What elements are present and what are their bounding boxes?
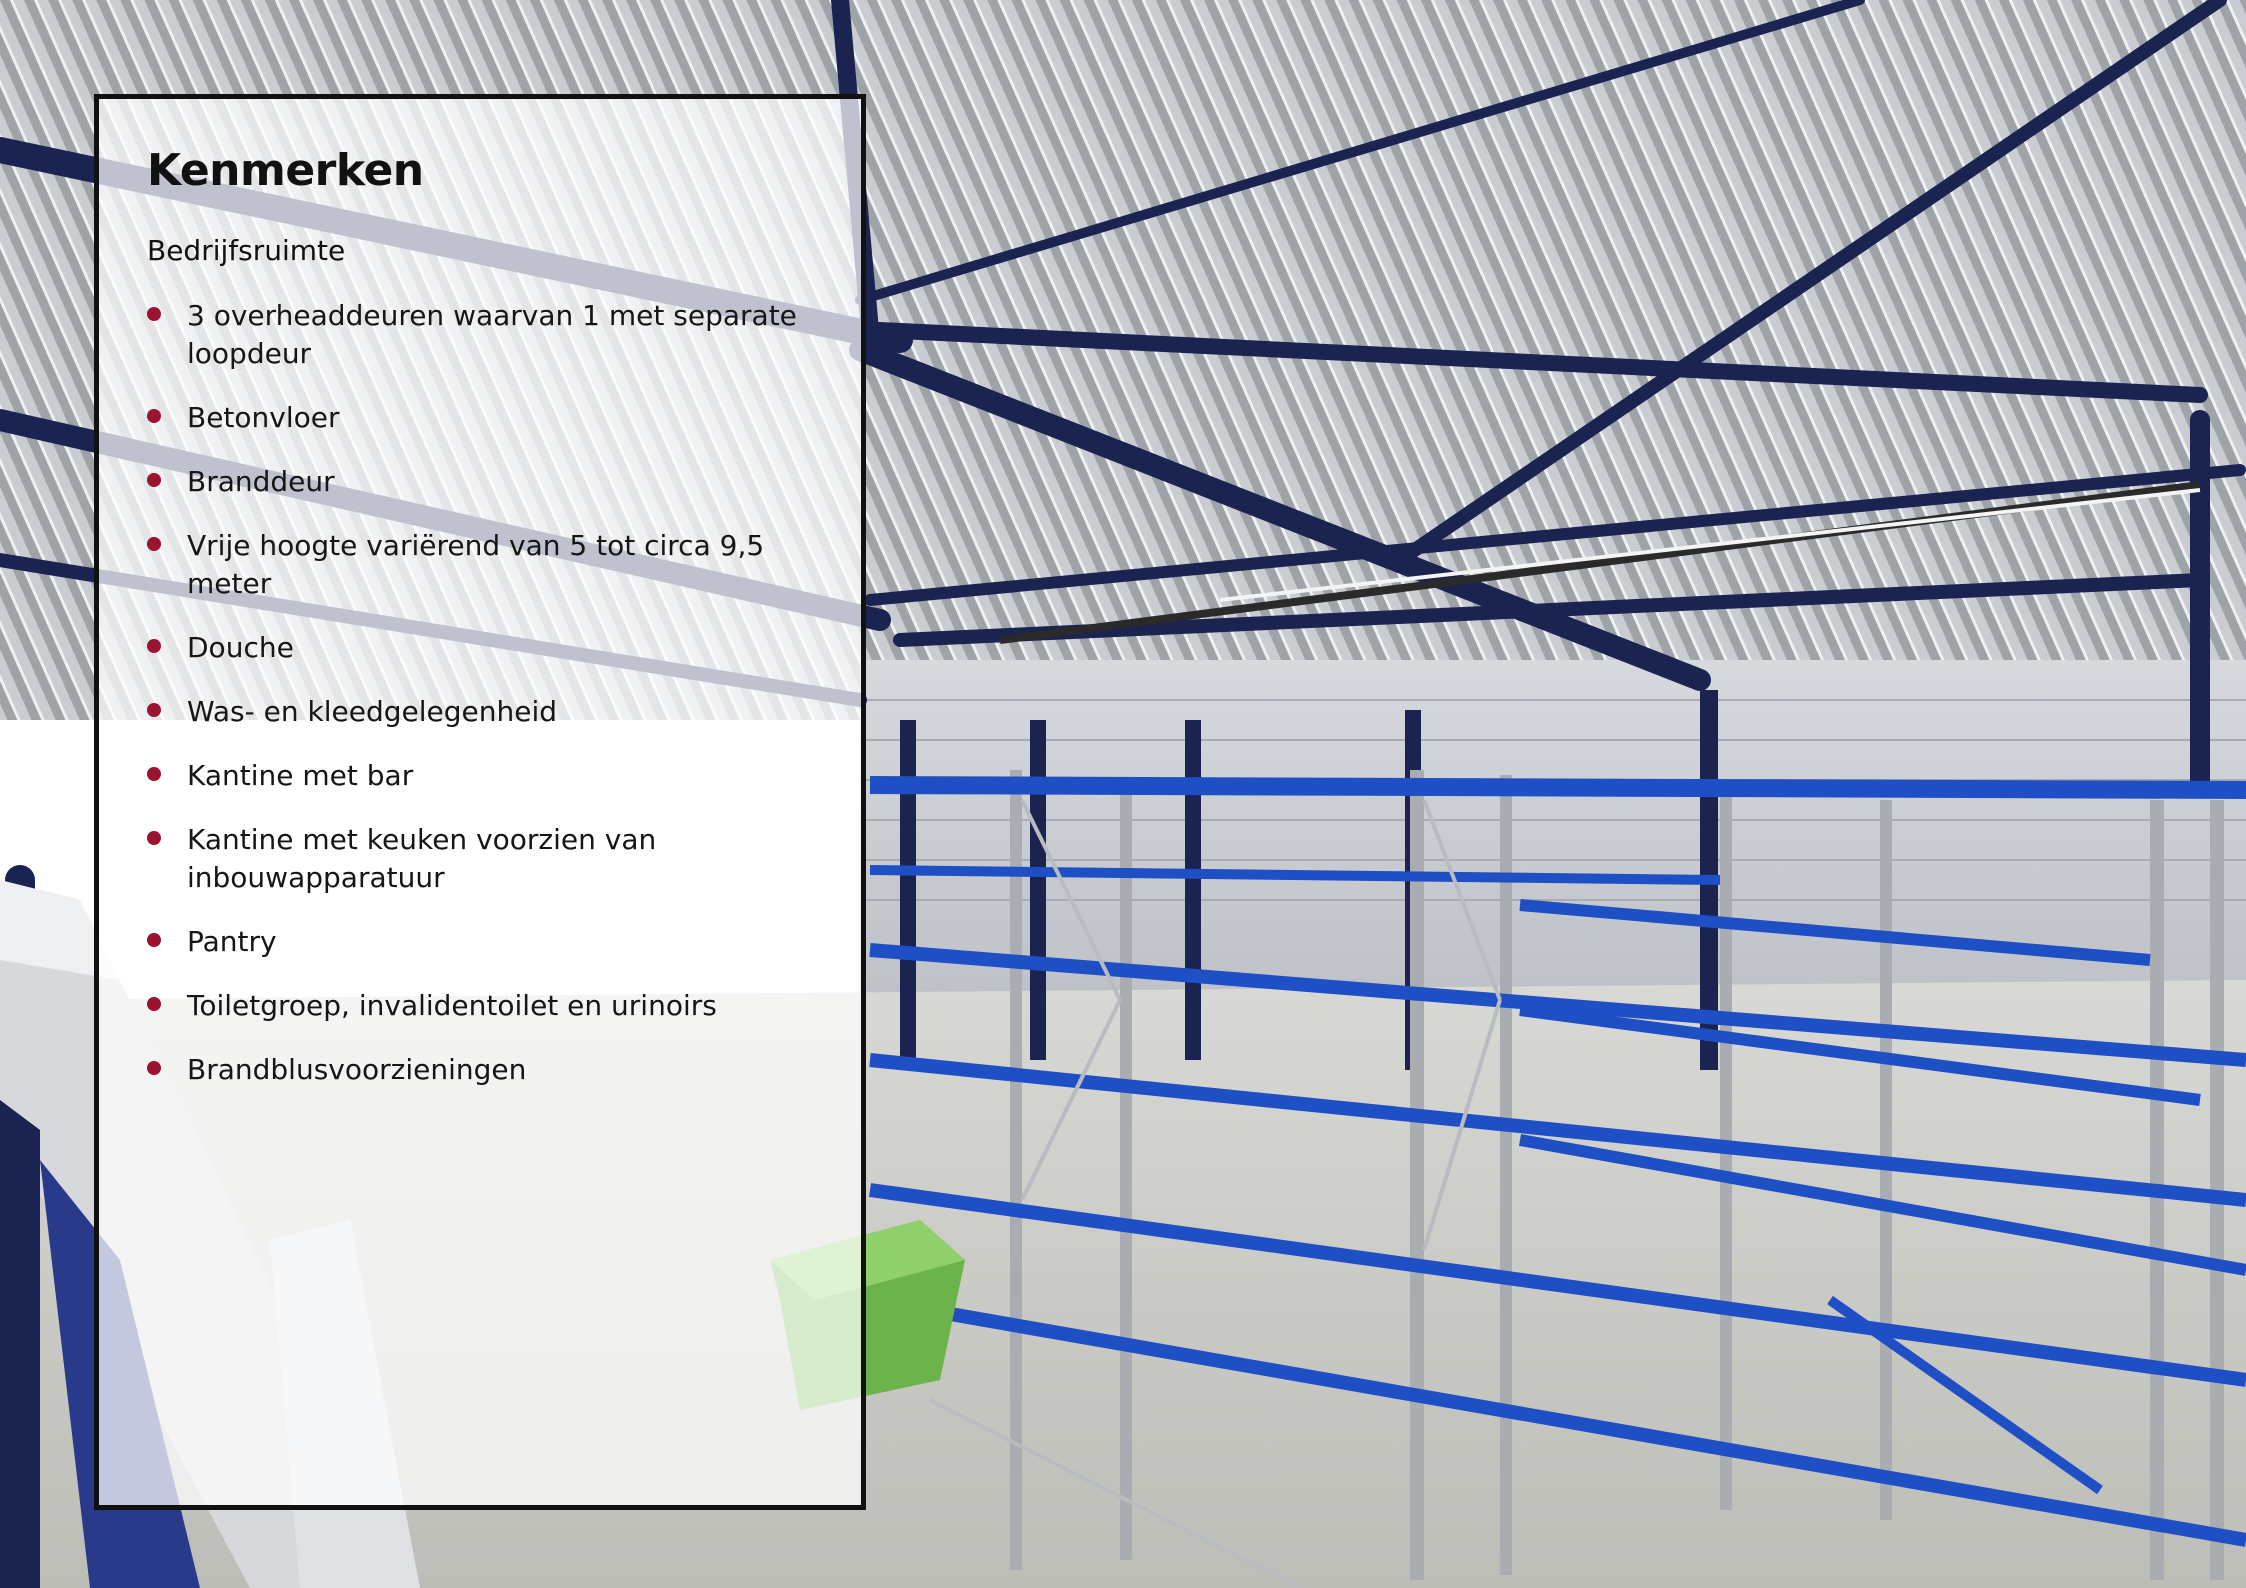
features-panel: Kenmerken Bedrijfsruimte 3 overheaddeure… — [94, 94, 866, 1510]
list-item: Vrije hoogte variërend van 5 tot circa 9… — [147, 527, 815, 603]
list-item: Was- en kleedgelegenheid — [147, 693, 815, 731]
list-item-text: Kantine met bar — [187, 759, 414, 792]
list-item: Pantry — [147, 923, 815, 961]
list-item-text: Betonvloer — [187, 401, 340, 434]
panel-subtitle: Bedrijfsruimte — [147, 234, 346, 267]
bullet-icon — [147, 831, 161, 845]
list-item-text: Branddeur — [187, 465, 335, 498]
list-item-text: Toiletgroep, invalidentoilet en urinoirs — [187, 989, 717, 1022]
feature-list: 3 overheaddeuren waarvan 1 met separate … — [147, 297, 815, 1089]
list-item-text: Vrije hoogte variërend van 5 tot circa 9… — [187, 529, 765, 600]
list-item-text: Pantry — [187, 925, 277, 958]
bullet-icon — [147, 409, 161, 423]
bullet-icon — [147, 1061, 161, 1075]
panel-title: Kenmerken — [147, 145, 424, 196]
list-item-text: Brandblusvoorzieningen — [187, 1053, 527, 1086]
list-item: Kantine met bar — [147, 757, 815, 795]
list-item-text: Douche — [187, 631, 294, 664]
bullet-icon — [147, 997, 161, 1011]
list-item: Brandblusvoorzieningen — [147, 1051, 815, 1089]
list-item: Douche — [147, 629, 815, 667]
bullet-icon — [147, 933, 161, 947]
list-item: Kantine met keuken voorzien van inbouwap… — [147, 821, 815, 897]
list-item: Betonvloer — [147, 399, 815, 437]
list-item: Toiletgroep, invalidentoilet en urinoirs — [147, 987, 815, 1025]
bullet-icon — [147, 767, 161, 781]
bullet-icon — [147, 639, 161, 653]
bullet-icon — [147, 307, 161, 321]
bullet-icon — [147, 473, 161, 487]
list-item: Branddeur — [147, 463, 815, 501]
list-item: 3 overheaddeuren waarvan 1 met separate … — [147, 297, 815, 373]
bullet-icon — [147, 703, 161, 717]
list-item-text: Kantine met keuken voorzien van inbouwap… — [187, 823, 657, 894]
bullet-icon — [147, 537, 161, 551]
list-item-text: Was- en kleedgelegenheid — [187, 695, 558, 728]
list-item-text: 3 overheaddeuren waarvan 1 met separate … — [187, 299, 797, 370]
